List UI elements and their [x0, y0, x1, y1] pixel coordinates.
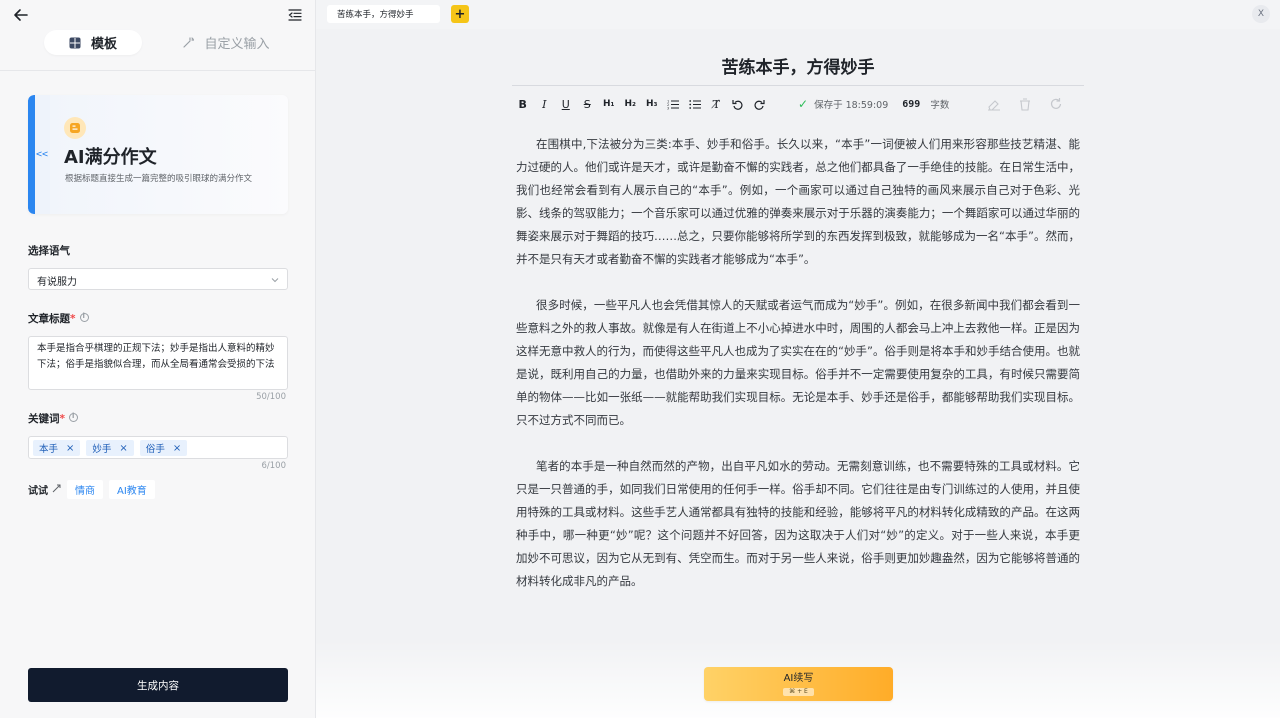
- info-icon[interactable]: [79, 312, 89, 322]
- article-title-counter: 50/100: [256, 392, 286, 402]
- tone-select[interactable]: 有说服力: [28, 268, 288, 290]
- ai-continue-button[interactable]: AI续写 ⌘ + E: [704, 667, 893, 701]
- left-sidebar: 模板 自定义输入 << AI满分作文 根据标题直接生成一篇完整的吸引眼球的满分作…: [0, 0, 316, 718]
- ai-continue-label: AI续写: [783, 672, 814, 684]
- try-label: 试试: [28, 486, 48, 497]
- tab-custom-input[interactable]: 自定义输入: [176, 30, 276, 55]
- article-title-label-text: 文章标题: [28, 313, 70, 325]
- word-count-unit: 字数: [930, 100, 950, 111]
- keywords-label: 关键词*: [28, 411, 78, 426]
- sidebar-divider: [0, 70, 316, 71]
- keywords-input[interactable]: 本手 × 妙手 × 俗手 ×: [28, 436, 288, 459]
- keywords-counter: 6/100: [261, 461, 287, 471]
- shuffle-icon[interactable]: [52, 484, 61, 496]
- try-chip[interactable]: AI教育: [109, 480, 155, 499]
- document-tabbar: 苦练本手，方得妙手 + X: [316, 0, 1280, 29]
- magic-wand-icon: [182, 36, 195, 49]
- remove-tag-icon[interactable]: ×: [66, 443, 74, 454]
- template-title: AI满分作文: [64, 147, 157, 168]
- generate-button[interactable]: 生成内容: [28, 668, 288, 702]
- tone-label-text: 选择语气: [28, 245, 70, 257]
- delete-icon[interactable]: [1016, 95, 1034, 113]
- bullet-list-icon[interactable]: [684, 94, 706, 114]
- check-icon: ✓: [798, 97, 809, 111]
- card-collapse-strip[interactable]: <<: [28, 95, 50, 214]
- tab-custom-input-label: 自定义输入: [204, 37, 270, 52]
- grid-icon: [69, 37, 81, 49]
- article-title-label: 文章标题*: [28, 311, 89, 326]
- remove-tag-icon[interactable]: ×: [119, 443, 127, 454]
- underline-icon[interactable]: U: [555, 94, 577, 114]
- redo-icon[interactable]: [749, 94, 771, 114]
- template-description: 根据标题直接生成一篇完整的吸引眼球的满分作文: [65, 174, 253, 184]
- keyword-tag-label: 本手: [39, 444, 59, 455]
- required-mark: *: [70, 313, 76, 325]
- bold-icon[interactable]: B: [512, 94, 534, 114]
- undo-icon[interactable]: [727, 94, 749, 114]
- word-count-value: 699: [902, 98, 921, 110]
- tab-template-label: 模板: [90, 37, 117, 52]
- document-body[interactable]: 在围棋中,下法被分为三类:本手、妙手和俗手。长久以来，“本手”一词便被人们用来形…: [516, 133, 1080, 616]
- keyword-tag: 俗手 ×: [139, 440, 188, 456]
- heading-2-icon[interactable]: H₂: [620, 94, 642, 114]
- document-tab[interactable]: 苦练本手，方得妙手: [327, 5, 440, 23]
- sidebar-header: 模板 自定义输入: [0, 0, 316, 70]
- keyword-tag-label: 俗手: [145, 444, 165, 455]
- close-button[interactable]: X: [1252, 5, 1270, 23]
- try-chip[interactable]: 情商: [67, 480, 103, 499]
- save-status: ✓ 保存于 18:59:09: [798, 97, 888, 111]
- blog-icon: [64, 117, 86, 143]
- ai-continue-shortcut: ⌘ + E: [783, 687, 814, 696]
- refresh-icon[interactable]: [1047, 95, 1065, 113]
- paragraph[interactable]: 笔者的本手是一种自然而然的产物，出自平凡如水的劳动。无需刻意训练，也不需要特殊的…: [516, 455, 1080, 593]
- save-status-text: 保存于 18:59:09: [814, 100, 889, 111]
- collapse-card-icon[interactable]: <<: [36, 149, 48, 160]
- tone-select-value: 有说服力: [37, 277, 77, 288]
- strikethrough-icon[interactable]: S: [577, 94, 599, 114]
- format-toolbar: B I U S H₁ H₂ H₃ 123 T̸ ✓ 保存于 18:59:09 6…: [512, 92, 1084, 116]
- paragraph[interactable]: 在围棋中,下法被分为三类:本手、妙手和俗手。长久以来，“本手”一词便被人们用来形…: [516, 133, 1080, 271]
- keyword-tag: 妙手 ×: [86, 440, 134, 456]
- italic-icon[interactable]: I: [534, 94, 556, 114]
- clear-format-icon[interactable]: T̸: [706, 94, 728, 114]
- chevron-down-icon: [271, 275, 279, 286]
- article-title-textarea[interactable]: 本手是指合乎棋理的正规下法；妙手是指出人意料的精妙下法；俗手是指貌似合理，而从全…: [28, 336, 288, 390]
- back-arrow-icon[interactable]: [12, 6, 30, 24]
- remove-tag-icon[interactable]: ×: [173, 443, 181, 454]
- svg-text:3: 3: [667, 106, 669, 110]
- paragraph[interactable]: 很多时候，一些平凡人也会凭借其惊人的天赋或者运气而成为“妙手”。例如，在很多新闻…: [516, 294, 1080, 432]
- collapse-sidebar-icon[interactable]: [288, 7, 302, 21]
- required-mark: *: [59, 413, 66, 425]
- ordered-list-icon[interactable]: 123: [663, 94, 685, 114]
- try-suggestions: 试试 情商 AI教育: [28, 480, 155, 499]
- heading-3-icon[interactable]: H₃: [641, 94, 663, 114]
- document-title[interactable]: 苦练本手，方得妙手: [512, 53, 1084, 78]
- add-tab-button[interactable]: +: [451, 5, 469, 23]
- info-icon[interactable]: [69, 412, 78, 422]
- tab-template[interactable]: 模板: [44, 30, 142, 55]
- keywords-label-text: 关键词: [28, 413, 60, 425]
- keyword-tag-label: 妙手: [92, 444, 112, 455]
- eraser-icon[interactable]: [985, 95, 1003, 113]
- title-divider: [512, 85, 1084, 86]
- keyword-tag: 本手 ×: [33, 440, 81, 456]
- tone-label: 选择语气: [28, 243, 70, 258]
- heading-1-icon[interactable]: H₁: [598, 94, 620, 114]
